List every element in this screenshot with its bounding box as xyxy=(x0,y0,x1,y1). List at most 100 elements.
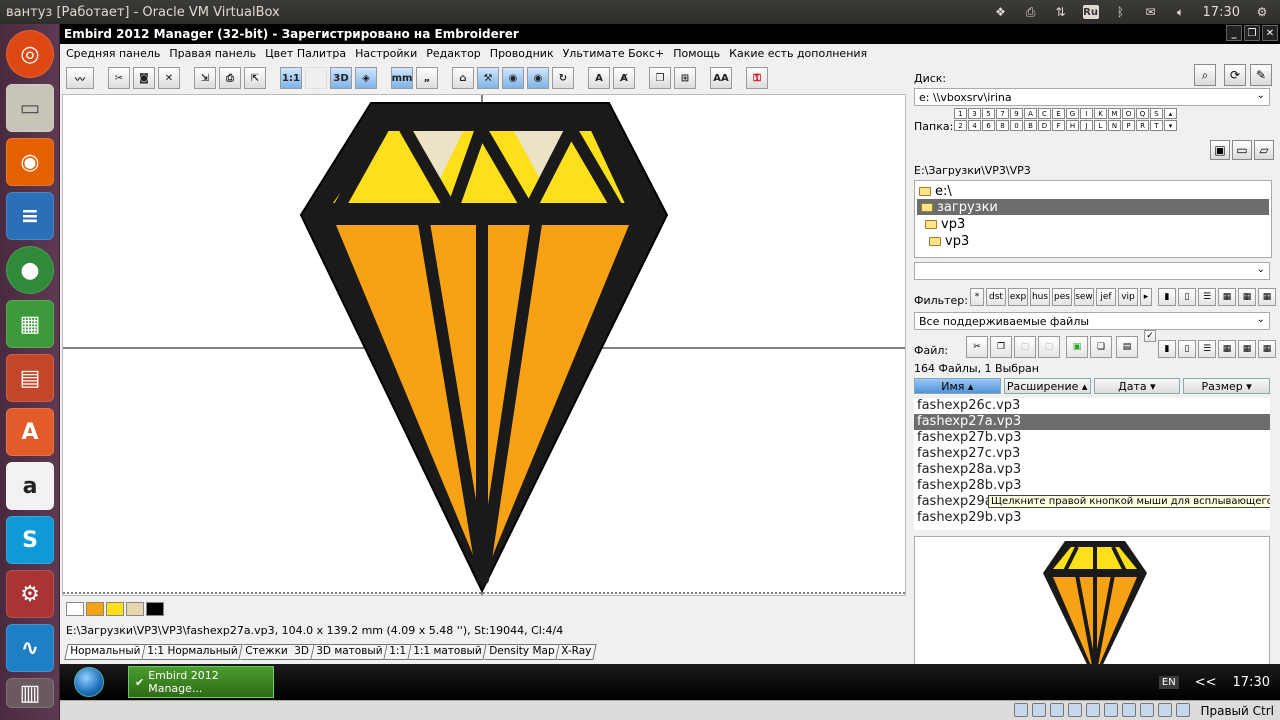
empty-combo[interactable]: ⌄ xyxy=(914,262,1270,280)
usb-icon[interactable] xyxy=(1086,703,1100,717)
color-swatch[interactable] xyxy=(106,602,124,616)
system-settings-icon[interactable]: ⚙ xyxy=(6,570,54,618)
volume-icon[interactable]: 🔈︎ xyxy=(1173,5,1189,19)
mouse-integration-icon[interactable] xyxy=(1176,703,1190,717)
file-row[interactable]: fashexp28a.vp3 xyxy=(914,462,1270,478)
tree-node[interactable]: vp3 xyxy=(929,233,969,249)
quick-key[interactable]: Q xyxy=(1136,108,1149,119)
checkbox[interactable]: ✓ xyxy=(1144,330,1156,342)
edit-icon[interactable]: ✎ xyxy=(1250,64,1272,86)
files-icon[interactable]: ▭ xyxy=(6,84,54,132)
camera-icon[interactable]: ◙ xyxy=(133,67,155,89)
tree-node-selected[interactable]: загрузки xyxy=(917,199,1269,215)
zoom-1-1-button[interactable]: 1:1 xyxy=(280,67,302,89)
hoop-icon[interactable]: ⌂ xyxy=(452,67,474,89)
print-icon[interactable]: ⎙ xyxy=(219,67,241,89)
printer-icon[interactable]: ⎙ xyxy=(1023,5,1039,19)
paste-icon[interactable]: ▢ xyxy=(1014,336,1036,358)
quick-key[interactable]: G xyxy=(1066,108,1079,119)
quick-key[interactable]: 6 xyxy=(982,120,995,131)
tab-view-mode[interactable]: Density Map xyxy=(483,644,560,660)
menu-item[interactable]: Настройки xyxy=(355,47,417,60)
file-row[interactable]: fashexp28b.vp3 xyxy=(914,478,1270,494)
folder-open-icon[interactable]: ▱ xyxy=(1254,140,1274,160)
disk-save-icon[interactable]: ▤ xyxy=(1116,336,1138,358)
view-grid-icon[interactable]: ▦ xyxy=(1218,340,1236,358)
font-button[interactable]: AA xyxy=(710,67,732,89)
audio-icon[interactable] xyxy=(1050,703,1064,717)
tab-view-mode[interactable]: X-Ray xyxy=(556,644,597,660)
chrome-icon[interactable]: ● xyxy=(6,246,54,294)
network-icon[interactable]: ⇅ xyxy=(1053,5,1069,19)
quick-key[interactable]: D xyxy=(1038,120,1051,131)
quick-key[interactable]: A xyxy=(1024,108,1037,119)
zoom-search-icon[interactable]: ⌕ xyxy=(1194,64,1216,86)
menu-item[interactable]: Помощь xyxy=(673,47,720,60)
refresh-icon[interactable]: ⟳ xyxy=(1224,64,1246,86)
view-small-icon[interactable]: ▮ xyxy=(1158,288,1176,306)
cancel-stitch-icon[interactable]: ✕ xyxy=(158,67,180,89)
amazon-icon[interactable]: a xyxy=(6,462,54,510)
quick-key[interactable]: 5 xyxy=(982,108,995,119)
virtualbox-icon[interactable]: ∿ xyxy=(6,624,54,672)
filter-button[interactable]: hus xyxy=(1030,288,1050,306)
quick-key[interactable]: P xyxy=(1122,120,1135,131)
edit-stitch-icon[interactable]: ✂ xyxy=(108,67,130,89)
cpu-icon[interactable] xyxy=(1158,703,1172,717)
quick-key[interactable]: O xyxy=(1122,108,1135,119)
view-thumbnails-icon[interactable]: ▦ xyxy=(1258,288,1276,306)
quick-key[interactable]: 1 xyxy=(954,108,967,119)
eye-alt-icon[interactable]: ◉ xyxy=(527,67,549,89)
quote-icon[interactable]: „ xyxy=(416,67,438,89)
scroll-up-icon[interactable]: ▴ xyxy=(1164,108,1177,119)
filter-button[interactable]: exp xyxy=(1008,288,1028,306)
view-grid-icon[interactable]: ▦ xyxy=(1218,288,1236,306)
file-row[interactable]: fashexp27b.vp3 xyxy=(914,430,1270,446)
column-header-extension[interactable]: Расширение ▴ xyxy=(1003,378,1091,394)
play-icon[interactable]: ▸ xyxy=(1140,288,1152,306)
quick-key[interactable]: I xyxy=(1080,108,1093,119)
quick-key[interactable]: L xyxy=(1094,120,1107,131)
filter-button[interactable]: jef xyxy=(1096,288,1116,306)
file-row[interactable]: fashexp26c.vp3 xyxy=(914,398,1270,414)
realistic-view-icon[interactable]: ◈ xyxy=(355,67,377,89)
color-swatch[interactable] xyxy=(86,602,104,616)
libreoffice-impress-icon[interactable]: ▤ xyxy=(6,354,54,402)
quick-key[interactable]: 2 xyxy=(954,120,967,131)
file-row[interactable]: fashexp29b.vp3 xyxy=(914,510,1270,526)
display-icon[interactable] xyxy=(1122,703,1136,717)
quick-key[interactable]: H xyxy=(1066,120,1079,131)
rotate-icon[interactable]: ↻ xyxy=(552,67,574,89)
view-medium-icon[interactable]: ▯ xyxy=(1178,288,1196,306)
file-type-select[interactable]: Все поддерживаемые файлы ⌄ xyxy=(914,312,1270,330)
tree-icon[interactable]: ⊞ xyxy=(674,67,696,89)
shared-folders-icon[interactable] xyxy=(1104,703,1118,717)
start-button[interactable] xyxy=(74,667,104,697)
bluetooth-icon[interactable]: ᛒ xyxy=(1113,5,1129,19)
quick-key[interactable]: B xyxy=(1024,120,1037,131)
units-mm-button[interactable]: mm xyxy=(391,67,413,89)
maximize-button[interactable]: ❐ xyxy=(1244,25,1260,41)
quick-key[interactable]: 0 xyxy=(1010,120,1023,131)
design-canvas[interactable] xyxy=(62,94,906,596)
power-gear-icon[interactable]: ⚙ xyxy=(1254,5,1270,19)
filter-button[interactable]: sew xyxy=(1074,288,1094,306)
quick-key[interactable]: 3 xyxy=(968,108,981,119)
file-row[interactable]: fashexp27c.vp3 xyxy=(914,446,1270,462)
keyboard-layout-indicator[interactable]: Ru xyxy=(1082,5,1099,19)
text-edit-icon[interactable]: A̸ xyxy=(613,67,635,89)
quick-key[interactable]: E xyxy=(1052,108,1065,119)
text-button[interactable]: A xyxy=(588,67,610,89)
duplicate-icon[interactable]: ❏ xyxy=(1090,336,1112,358)
close-button[interactable]: ✕ xyxy=(1262,25,1278,41)
network-icon[interactable] xyxy=(1068,703,1082,717)
quick-key[interactable]: N xyxy=(1108,120,1121,131)
save-green-icon[interactable]: ▣ xyxy=(1066,336,1088,358)
quick-key[interactable]: S xyxy=(1150,108,1163,119)
key-icon[interactable]: ⚿ xyxy=(746,67,768,89)
tab-view-mode[interactable]: 1:1 Нормальный xyxy=(142,644,244,660)
quick-key[interactable]: R xyxy=(1136,120,1149,131)
view-medium-icon[interactable]: ▯ xyxy=(1178,340,1196,358)
quick-key[interactable]: 8 xyxy=(996,120,1009,131)
view-list-icon[interactable]: ☰ xyxy=(1198,288,1216,306)
